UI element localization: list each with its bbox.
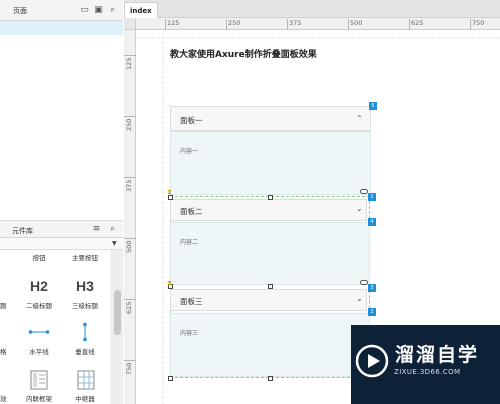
panel-three-header[interactable]: 面板三 ⌄	[170, 289, 367, 311]
add-page-icon[interactable]: ▭	[79, 5, 90, 16]
widget-hline-label[interactable]: 水平线	[29, 346, 49, 356]
widget-library: 按钮 主要按钮 H2 H3 题 二级标题 三级标题 格 水平线 垂直线 效 内联…	[0, 250, 110, 404]
resize-handle[interactable]	[268, 195, 273, 200]
ruler-label: 375	[125, 179, 133, 192]
widget-inline-frame-label[interactable]: 内联框架	[26, 393, 52, 403]
ruler-tick	[226, 19, 227, 30]
search-icon[interactable]: ⌕	[107, 5, 118, 16]
interaction-badge[interactable]: 3	[368, 284, 376, 292]
interaction-badge[interactable]: 4	[368, 218, 376, 226]
interaction-badge[interactable]: 5	[369, 102, 377, 110]
ruler-label: 625	[125, 301, 133, 314]
pin-icon[interactable]: ⧗	[167, 188, 172, 197]
chevron-up-icon[interactable]: ⌃	[356, 114, 363, 123]
pages-panel-title: 页面	[13, 7, 27, 15]
ruler-tick	[124, 299, 136, 300]
ruler-tick	[124, 238, 136, 239]
ruler-tick	[409, 19, 410, 30]
vertical-ruler	[124, 30, 136, 404]
interaction-badge[interactable]: 1	[368, 193, 376, 201]
tab-bar	[124, 0, 500, 18]
resize-handle[interactable]	[168, 376, 173, 381]
ruler-label: 500	[350, 19, 363, 27]
widget-heading1-label[interactable]: 题	[0, 300, 7, 310]
widget-primary-button-label[interactable]: 主要按钮	[72, 252, 98, 262]
h2-icon[interactable]: H2	[30, 278, 48, 294]
panel-one-content: 内容一	[180, 148, 199, 155]
pages-panel-header: 页面 ▭ ▣ ⌕	[0, 0, 123, 21]
panel-three-title: 面板三	[180, 297, 203, 306]
ruler-label: 375	[289, 19, 302, 27]
inline-frame-icon[interactable]	[30, 370, 48, 390]
library-panel-header: 元件库 ≡ ⌕	[0, 220, 123, 238]
page-tree	[0, 35, 123, 220]
library-panel-title: 元件库	[12, 227, 33, 235]
chevron-down-icon: ▼	[112, 240, 117, 247]
library-select[interactable]: ▼	[0, 238, 123, 250]
add-folder-icon[interactable]: ▣	[93, 5, 104, 16]
library-search-icon[interactable]: ⌕	[107, 224, 118, 235]
ruler-label: 750	[125, 362, 133, 375]
interaction-badge[interactable]: 2	[368, 308, 376, 316]
ruler-tick	[124, 116, 136, 117]
repeater-icon[interactable]	[77, 370, 95, 390]
eye-icon[interactable]	[360, 189, 368, 194]
chevron-down-icon[interactable]: ⌄	[356, 294, 363, 303]
ruler-label: 125	[167, 19, 180, 27]
panel-two-header[interactable]: 面板二 ⌄	[170, 199, 367, 221]
ruler-label: 500	[125, 240, 133, 253]
ruler-corner	[124, 18, 136, 30]
widget-repeater-label[interactable]: 中继器	[75, 393, 95, 403]
ruler-tick	[165, 19, 166, 30]
panel-three-content: 内容三	[180, 330, 199, 337]
pin-icon[interactable]: ⧗	[167, 279, 172, 288]
panel-two-title: 面板二	[180, 207, 203, 216]
resize-handle[interactable]	[268, 376, 273, 381]
ruler-tick	[124, 55, 136, 56]
page-tree-item-index[interactable]	[0, 21, 123, 35]
panel-one-header[interactable]: 面板一 ⌃	[170, 106, 371, 131]
ruler-tick	[348, 19, 349, 30]
panel-one-title: 面板一	[180, 116, 203, 125]
resize-handle[interactable]	[268, 284, 273, 289]
ruler-label: 625	[411, 19, 424, 27]
panel-one-body: 内容一	[170, 131, 371, 195]
ruler-label: 250	[125, 118, 133, 131]
horizontal-line-icon[interactable]	[28, 328, 50, 336]
panel-two-body: 内容二	[170, 222, 370, 285]
panel-three-body: 内容三	[170, 313, 370, 377]
horizontal-ruler	[124, 18, 500, 30]
widget-heading2-label[interactable]: 二级标题	[26, 300, 52, 310]
widget-button-label[interactable]: 按钮	[33, 252, 46, 262]
ruler-label: 125	[125, 57, 133, 70]
chevron-down-icon[interactable]: ⌄	[356, 204, 363, 213]
widget-effect-label[interactable]: 效	[0, 393, 7, 403]
eye-icon[interactable]	[360, 280, 368, 285]
panel-two-content: 内容二	[180, 239, 199, 246]
tab-index[interactable]: index	[124, 2, 158, 19]
watermark-title: 溜溜自学	[395, 344, 480, 366]
canvas-title[interactable]: 教大家使用Axure制作折叠面板效果	[170, 47, 317, 60]
menu-icon[interactable]: ≡	[91, 224, 102, 235]
widget-table-label[interactable]: 格	[0, 346, 7, 356]
ruler-tick	[470, 19, 471, 30]
ruler-tick	[124, 177, 136, 178]
tab-index-label: index	[130, 7, 152, 15]
play-logo-icon	[355, 344, 389, 378]
library-scroll-thumb[interactable]	[114, 290, 121, 335]
widget-heading3-label[interactable]: 三级标题	[72, 300, 98, 310]
ruler-label: 250	[228, 19, 241, 27]
vertical-line-icon[interactable]	[81, 322, 89, 342]
ruler-label: 750	[472, 19, 485, 27]
ruler-tick	[287, 19, 288, 30]
watermark-subtitle: ZIXUE.3D66.COM	[394, 368, 461, 376]
h3-icon[interactable]: H3	[76, 278, 94, 294]
ruler-tick	[124, 360, 136, 361]
widget-vline-label[interactable]: 垂直线	[75, 346, 95, 356]
